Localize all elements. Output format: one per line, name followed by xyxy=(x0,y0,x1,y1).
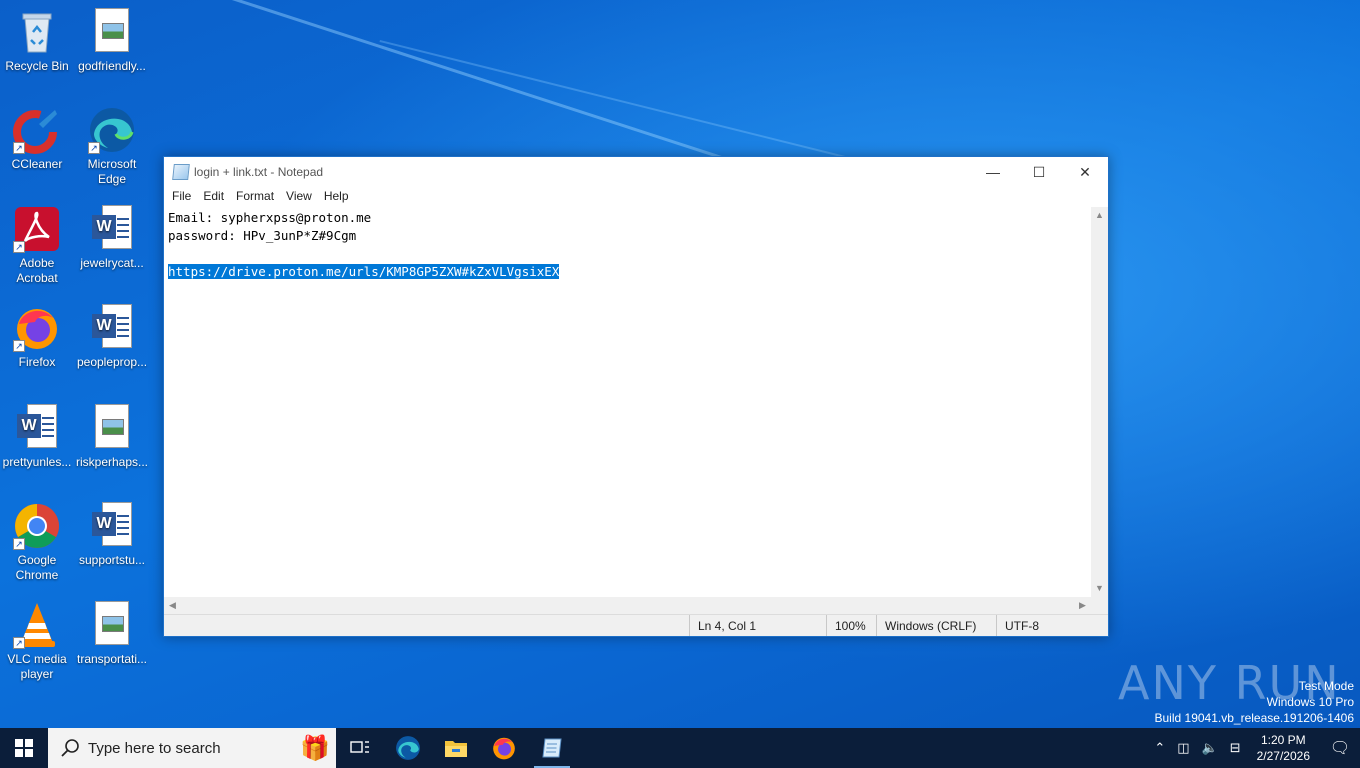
ccleaner-icon: ↗ xyxy=(13,106,61,154)
taskbar: Type here to search 🎁 ⌃ ◫ 🔈 ⊟ 1:20 PM 2/… xyxy=(0,728,1360,768)
desktop-icon-ccleaner[interactable]: ↗ CCleaner xyxy=(0,106,74,172)
shortcut-arrow-icon: ↗ xyxy=(88,142,100,154)
show-hidden-icons-icon[interactable]: ⌃ xyxy=(1148,740,1171,756)
gift-boxes-icon: 🎁 xyxy=(300,735,330,762)
desktop-icon-image-file[interactable]: transportati... xyxy=(75,601,149,667)
window-title: login + link.txt - Notepad xyxy=(194,165,324,179)
volume-icon[interactable]: 🔈 xyxy=(1196,740,1224,756)
folder-icon xyxy=(445,741,467,757)
word-doc-icon: W xyxy=(88,205,136,253)
clock-time: 1:20 PM xyxy=(1260,733,1306,747)
desktop-icon-word-document[interactable]: W prettyunles... xyxy=(0,404,74,470)
start-button[interactable] xyxy=(0,728,48,768)
taskbar-edge-button[interactable] xyxy=(384,728,432,768)
edge-icon xyxy=(396,736,420,760)
shortcut-arrow-icon: ↗ xyxy=(13,142,25,154)
title-bar[interactable]: login + link.txt - Notepad — ☐ ✕ xyxy=(164,157,1108,187)
text-line: password: HPv_3unP*Z#9Cgm xyxy=(168,228,357,243)
word-doc-icon: W xyxy=(88,502,136,550)
scroll-down-icon[interactable]: ▼ xyxy=(1091,580,1108,597)
taskbar-firefox-button[interactable] xyxy=(480,728,528,768)
meet-now-icon[interactable]: ◫ xyxy=(1171,740,1195,756)
clock[interactable]: 1:20 PM 2/27/2026 xyxy=(1247,732,1320,764)
vertical-scrollbar[interactable]: ▲ ▼ xyxy=(1091,207,1108,597)
desktop-icon-google-chrome[interactable]: ↗ Google Chrome xyxy=(0,502,74,583)
menu-edit[interactable]: Edit xyxy=(197,187,230,207)
menu-bar: File Edit Format View Help xyxy=(164,187,1108,207)
taskbar-notepad-button[interactable] xyxy=(528,728,576,768)
shortcut-arrow-icon: ↗ xyxy=(13,340,25,352)
desktop-icon-image-file[interactable]: riskperhaps... xyxy=(75,404,149,470)
image-file-icon xyxy=(88,404,136,452)
status-zoom: 100% xyxy=(826,615,876,636)
desktop-icon-firefox[interactable]: ↗ Firefox xyxy=(0,304,74,370)
scroll-left-icon[interactable]: ◀ xyxy=(164,597,181,614)
shortcut-arrow-icon: ↗ xyxy=(13,538,25,550)
shortcut-arrow-icon: ↗ xyxy=(13,241,25,253)
status-bar: Ln 4, Col 1 100% Windows (CRLF) UTF-8 xyxy=(164,614,1108,636)
chrome-icon: ↗ xyxy=(13,502,61,550)
vlc-icon: ↗ xyxy=(13,601,61,649)
text-editor[interactable]: Email: sypherxpss@proton.me password: HPv… xyxy=(164,207,1091,597)
search-placeholder: Type here to search xyxy=(88,739,221,757)
taskbar-search-box[interactable]: Type here to search 🎁 xyxy=(48,728,336,768)
text-line: Email: sypherxpss@proton.me xyxy=(168,210,372,225)
minimize-button[interactable]: — xyxy=(970,157,1016,187)
image-file-icon xyxy=(88,8,136,56)
status-line-ending: Windows (CRLF) xyxy=(876,615,996,636)
firefox-icon xyxy=(493,737,515,760)
menu-file[interactable]: File xyxy=(166,187,197,207)
word-doc-icon: W xyxy=(88,304,136,352)
desktop-icon-word-document[interactable]: W jewelrycat... xyxy=(75,205,149,271)
scroll-right-icon[interactable]: ▶ xyxy=(1074,597,1091,614)
scroll-up-icon[interactable]: ▲ xyxy=(1091,207,1108,224)
clock-date: 2/27/2026 xyxy=(1256,749,1310,763)
watermark-line: Windows 10 Pro xyxy=(1266,695,1354,709)
firefox-icon: ↗ xyxy=(13,304,61,352)
close-button[interactable]: ✕ xyxy=(1062,157,1108,187)
desktop-icon-vlc[interactable]: ↗ VLC media player xyxy=(0,601,74,682)
notepad-window[interactable]: login + link.txt - Notepad — ☐ ✕ File Ed… xyxy=(163,156,1109,637)
shortcut-arrow-icon: ↗ xyxy=(13,637,25,649)
task-view-button[interactable] xyxy=(336,728,384,768)
acrobat-icon: ↗ xyxy=(13,205,61,253)
desktop-icon-adobe-acrobat[interactable]: ↗ Adobe Acrobat xyxy=(0,205,74,286)
desktop-icon-word-document[interactable]: W supportstu... xyxy=(75,502,149,568)
notepad-icon xyxy=(542,738,562,758)
notepad-icon xyxy=(172,164,190,180)
watermark-line: Test Mode xyxy=(1298,679,1354,693)
system-watermark: Test Mode Windows 10 Pro Build 19041.vb_… xyxy=(1155,678,1355,726)
maximize-button[interactable]: ☐ xyxy=(1016,157,1062,187)
search-icon xyxy=(61,739,79,757)
menu-help[interactable]: Help xyxy=(318,187,355,207)
edge-icon: ↗ xyxy=(88,106,136,154)
word-doc-icon: W xyxy=(13,404,61,452)
horizontal-scrollbar[interactable]: ◀ ▶ xyxy=(164,597,1091,614)
menu-format[interactable]: Format xyxy=(230,187,280,207)
windows-logo-icon xyxy=(15,739,33,757)
desktop-icon-microsoft-edge[interactable]: ↗ Microsoft Edge xyxy=(75,106,149,187)
text-line: https://drive.proton.me/urls/KMP8GP5ZXW#… xyxy=(168,263,1087,281)
desktop-icon-image-file[interactable]: godfriendly... xyxy=(75,8,149,74)
menu-view[interactable]: View xyxy=(280,187,318,207)
task-view-icon xyxy=(350,741,369,753)
recycle-bin-icon xyxy=(13,8,61,56)
status-cursor-position: Ln 4, Col 1 xyxy=(689,615,826,636)
status-spacer xyxy=(164,615,689,636)
system-tray: ⌃ ◫ 🔈 ⊟ 1:20 PM 2/27/2026 🗨 xyxy=(1148,728,1360,768)
image-file-icon xyxy=(88,601,136,649)
taskbar-file-explorer-button[interactable] xyxy=(432,728,480,768)
status-encoding: UTF-8 xyxy=(996,615,1108,636)
desktop-icon-recycle-bin[interactable]: Recycle Bin xyxy=(0,8,74,74)
text-line xyxy=(168,245,1087,263)
selected-text: https://drive.proton.me/urls/KMP8GP5ZXW#… xyxy=(168,264,560,279)
network-icon[interactable]: ⊟ xyxy=(1224,740,1247,756)
watermark-line: Build 19041.vb_release.191206-1406 xyxy=(1154,711,1355,725)
notification-center-icon[interactable]: 🗨 xyxy=(1320,738,1360,758)
desktop-icon-word-document[interactable]: W peopleprop... xyxy=(75,304,149,370)
scrollbar-corner xyxy=(1091,597,1108,614)
